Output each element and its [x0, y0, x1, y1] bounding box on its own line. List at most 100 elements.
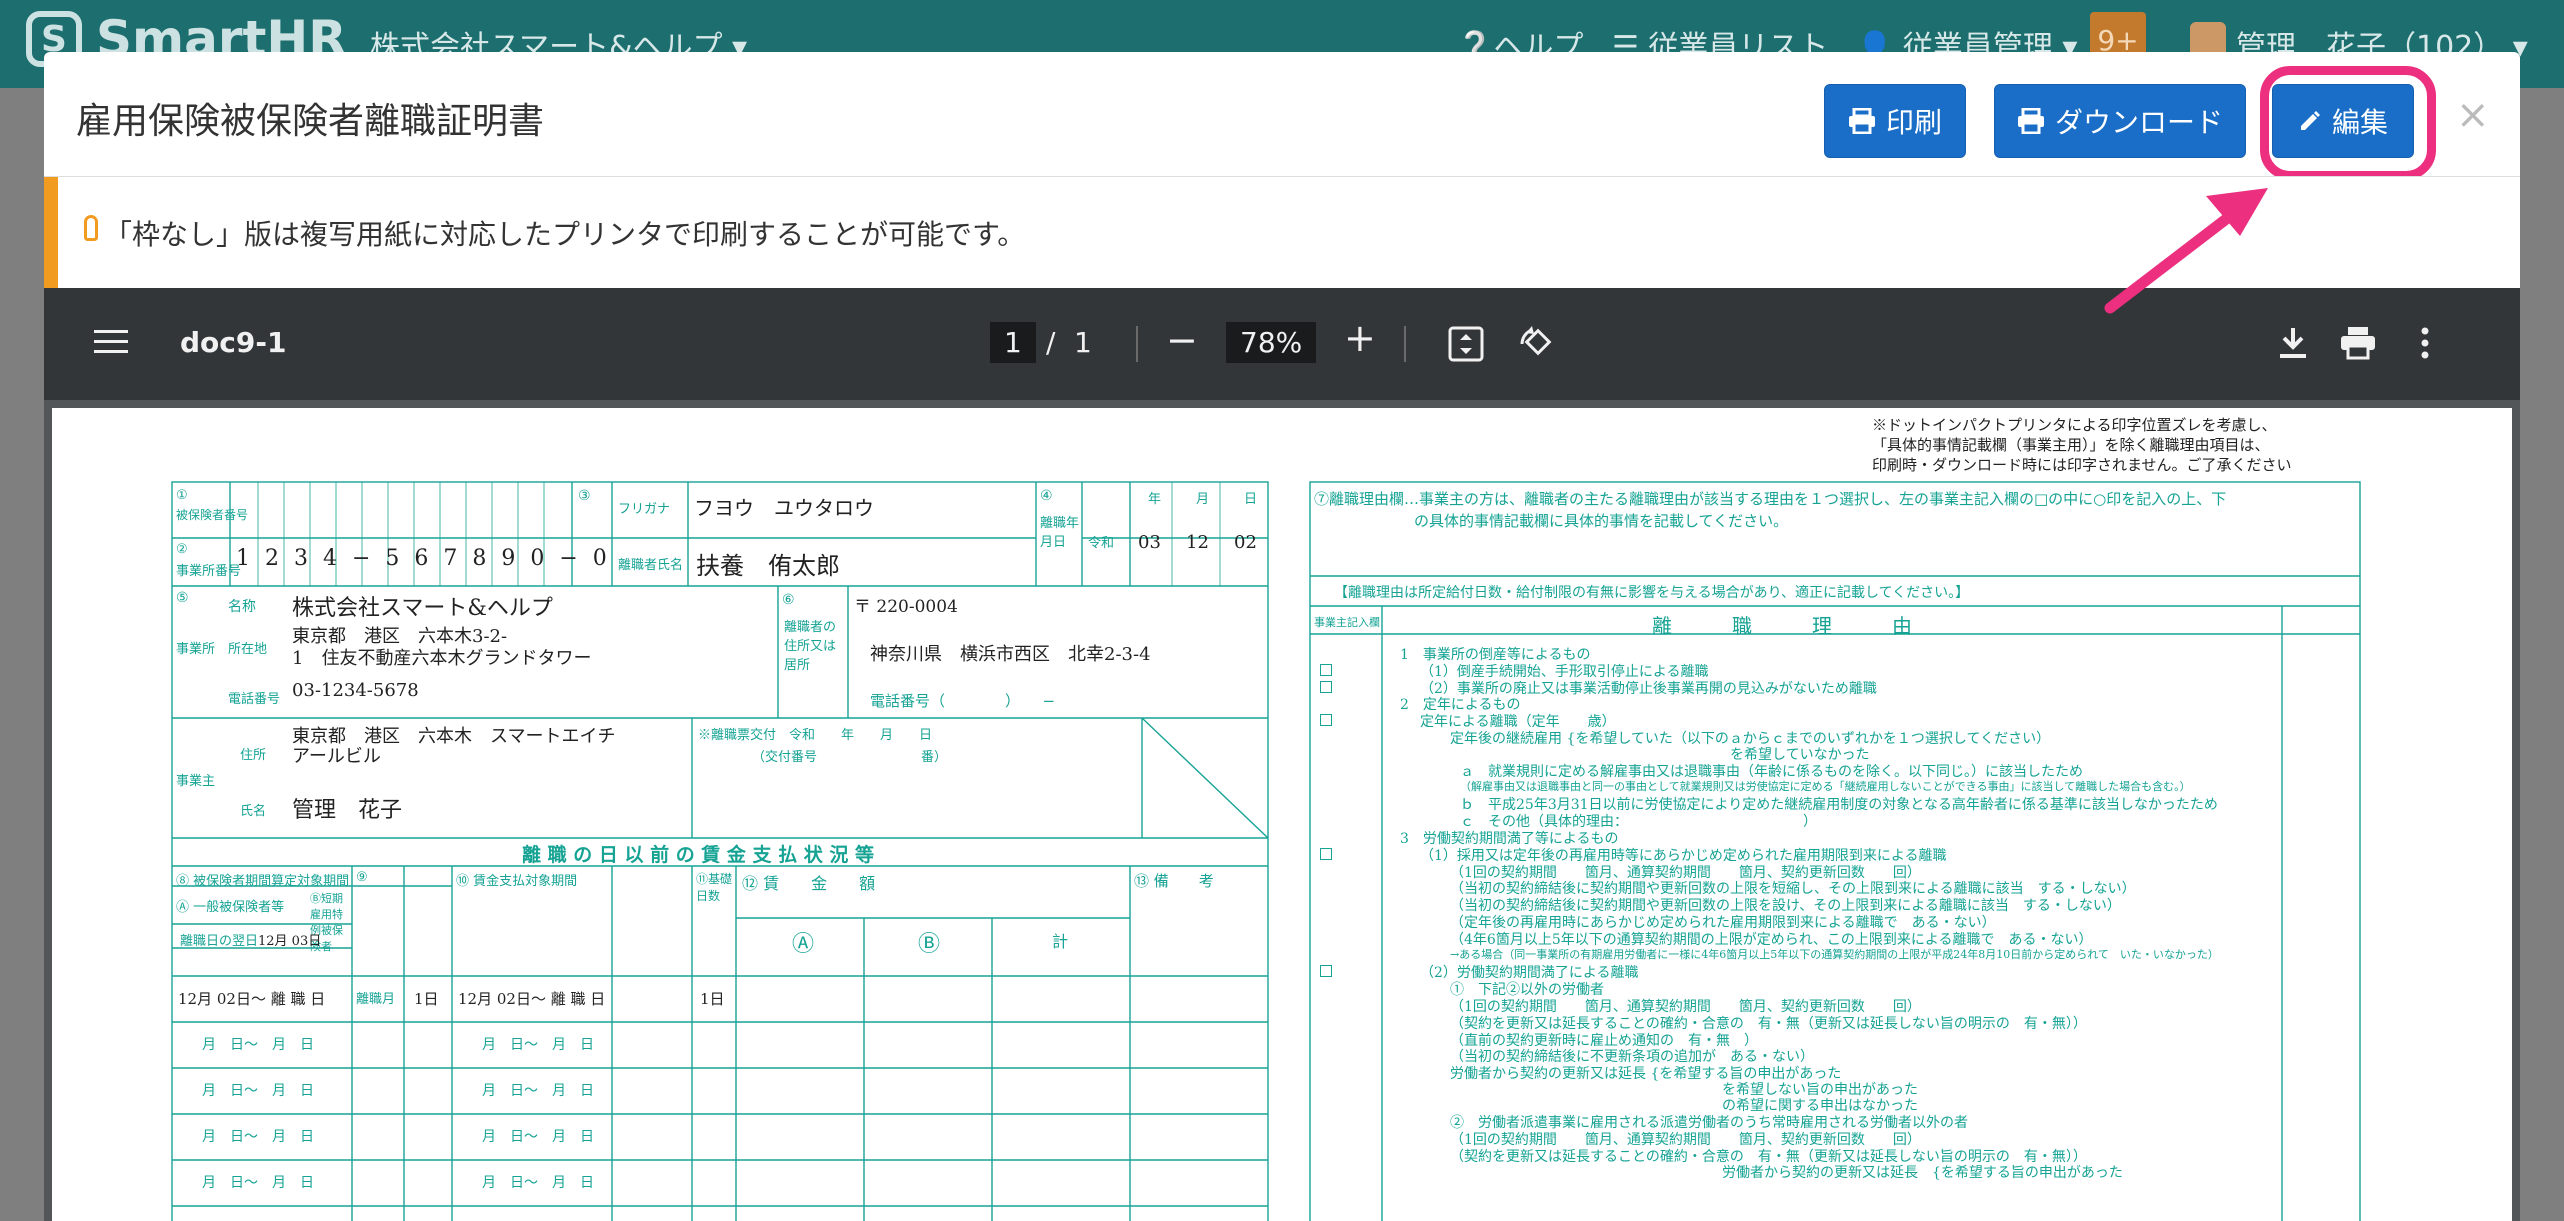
leaver-tel: 電話番号（ ） −	[870, 692, 1056, 710]
row1-pay-period: 12月 02日〜 離 職 日	[458, 990, 606, 1008]
circle-5: ⑤	[176, 590, 189, 606]
circle-3: ③	[578, 488, 591, 504]
print-label: 印刷	[1885, 106, 1942, 139]
notice-text: 「枠なし」版は複写用紙に対応したプリンタで印刷することが可能です。	[104, 218, 1026, 251]
month-header: 月	[1196, 492, 1210, 507]
employer-name: 管理 花子	[292, 798, 403, 823]
zoom-in-button[interactable]: +	[1344, 316, 1376, 360]
blank-row: 月 日〜 月 日	[482, 1129, 594, 1145]
blank-row: 月 日〜 月 日	[202, 1037, 314, 1053]
page-number-input[interactable]: 1	[990, 322, 1036, 363]
issue-date-label: ※離職票交付 令和 年 月 日	[698, 728, 933, 743]
blank-row: 月 日〜 月 日	[202, 1129, 314, 1145]
printer-icon	[1848, 108, 1875, 134]
issue-number-label: （交付番号 番）	[752, 750, 948, 765]
next-day-value: 12月 03日	[258, 934, 322, 949]
blank-row: 月 日〜 月 日	[202, 1175, 314, 1191]
zoom-out-button[interactable]: −	[1166, 318, 1198, 362]
col8-header: ⑧ 被保険者期間算定対象期間	[176, 874, 350, 889]
toolbar-divider	[1404, 326, 1406, 362]
tel-label: 電話番号	[228, 692, 281, 707]
reason-line: 労働者から契約の更新又は延長 {を希望する旨の申出があった	[1722, 1165, 2123, 1182]
page-separator: /	[1046, 326, 1056, 359]
circle-1: ①	[176, 488, 188, 503]
lightbulb-icon	[84, 215, 98, 241]
col12b-header: Ⓑ	[918, 932, 941, 957]
more-options-icon[interactable]	[2420, 326, 2430, 360]
toolbar-divider	[1136, 326, 1138, 362]
pdf-viewer: doc9-1 1 / 1 − 78% + ※ドットインパクトプリンタによる印字位…	[44, 288, 2520, 1221]
col11-header: ⑪基礎日数	[696, 872, 733, 903]
close-icon[interactable]: ×	[2456, 92, 2490, 138]
furigana-label: フリガナ	[618, 502, 671, 517]
year-header: 年	[1148, 492, 1162, 507]
leave-month: 12	[1186, 532, 1209, 553]
pdf-toolbar: doc9-1 1 / 1 − 78% +	[44, 288, 2520, 400]
company-tel: 03-1234-5678	[292, 680, 419, 701]
download-icon[interactable]	[2278, 326, 2308, 360]
company-name-label: 名称	[228, 599, 256, 615]
notice-banner: 「枠なし」版は複写用紙に対応したプリンタで印刷することが可能です。	[44, 176, 2520, 289]
leaver-zip: 〒 220-0004	[854, 597, 958, 617]
row1-base-days: 1日	[700, 990, 725, 1008]
modal-title: 雇用保険被保険者離職証明書	[76, 101, 545, 142]
leave-day: 02	[1234, 532, 1257, 553]
wage-table-title: 離 職 の 日 以 前 の 賃 金 支 払 状 況 等	[522, 844, 874, 866]
leave-date-label: 離職年月日	[1040, 516, 1080, 550]
col9-header: ⑨	[356, 870, 368, 885]
office-label: 事業所	[176, 642, 216, 657]
employer-address-label: 住所	[240, 748, 267, 763]
furigana-value: フヨウ ユウタロウ	[694, 496, 874, 520]
circle-6: ⑥	[782, 592, 795, 608]
col8a-header: Ⓐ 一般被保険者等	[176, 900, 285, 915]
office-no-label: 事業所番号	[176, 564, 242, 579]
reason-title-line2: の具体的事情記載欄に具体的事情を記載してください。	[1414, 512, 1789, 530]
print-button[interactable]: 印刷	[1824, 84, 1966, 158]
employer-name-label: 氏名	[240, 804, 267, 819]
form-grid	[171, 481, 2361, 1221]
menu-icon[interactable]	[94, 328, 128, 356]
fit-page-icon[interactable]	[1448, 326, 1484, 362]
circle-2: ②	[176, 542, 188, 557]
next-day-label: 離職日の翌日	[180, 934, 259, 949]
day-header: 日	[1244, 492, 1258, 507]
page-total: 1	[1074, 326, 1092, 359]
employer-label: 事業主	[176, 774, 216, 789]
col10-header: ⑩ 賃金支払対象期間	[456, 874, 578, 889]
company-address-line: 1 住友不動産六本木グランドタワー	[292, 648, 592, 669]
office-number: 1 2 3 4 − 5 6 7 8 9 0 − 0	[236, 546, 611, 571]
employer-column-header: 事業主記入欄	[1314, 616, 1380, 629]
blank-row: 月 日〜 月 日	[202, 1083, 314, 1099]
download-button[interactable]: ダウンロード	[1994, 84, 2246, 158]
leaver-name: 扶養 侑太郎	[696, 552, 840, 580]
zoom-level-input[interactable]: 78%	[1226, 322, 1317, 363]
col12a-header: Ⓐ	[792, 932, 815, 957]
col12-header: ⑫ 賃 金 額	[742, 874, 876, 893]
printer-icon	[2017, 108, 2044, 134]
blank-row: 月 日〜 月 日	[482, 1037, 594, 1053]
employer-address-line: アールビル	[292, 746, 381, 767]
leave-year: 03	[1138, 532, 1161, 553]
download-label: ダウンロード	[2054, 106, 2223, 139]
reason-title: ⑦離職理由欄…事業主の方は、離職者の主たる離職理由が該当する理由を１つ選択し、左…	[1314, 490, 2227, 508]
era-label: 令和	[1088, 536, 1115, 551]
col12c-header: 計	[1052, 932, 1069, 951]
leaver-address: 神奈川県 横浜市西区 北幸2-3-4	[870, 644, 1151, 665]
printer-icon[interactable]	[2340, 326, 2376, 360]
document-modal: 雇用保険被保険者離職証明書 印刷 ダウンロード 編集 × 「枠なし」版は複写用紙…	[44, 52, 2520, 1221]
col13-header: ⑬ 備 考	[1134, 872, 1214, 890]
reason-checkbox	[1320, 714, 1332, 727]
blank-row: 月 日〜 月 日	[482, 1175, 594, 1191]
rotate-icon[interactable]	[1518, 324, 1556, 362]
reason-checkbox	[1320, 663, 1332, 676]
reason-column-header: 離 職 理 由	[1652, 614, 1912, 638]
circle-4: ④	[1040, 488, 1053, 504]
blank-row: 月 日〜 月 日	[482, 1083, 594, 1099]
row1-days: 1日	[414, 990, 439, 1008]
notice-accent	[44, 177, 58, 289]
reason-note: 【離職理由は所定給付日数・給付制限の有無に影響を与える場合があり、適正に記載して…	[1334, 585, 1970, 601]
reason-line: →ある場合（同一事業所の有期雇用労働者に一様に4年6箇月以上5年以下の通算契約期…	[1450, 947, 2219, 961]
pdf-filename: doc9-1	[180, 326, 287, 359]
insured-no-label: 被保険者番号	[176, 508, 249, 522]
leaver-address-label: 離職者の住所又は居所	[784, 620, 837, 673]
